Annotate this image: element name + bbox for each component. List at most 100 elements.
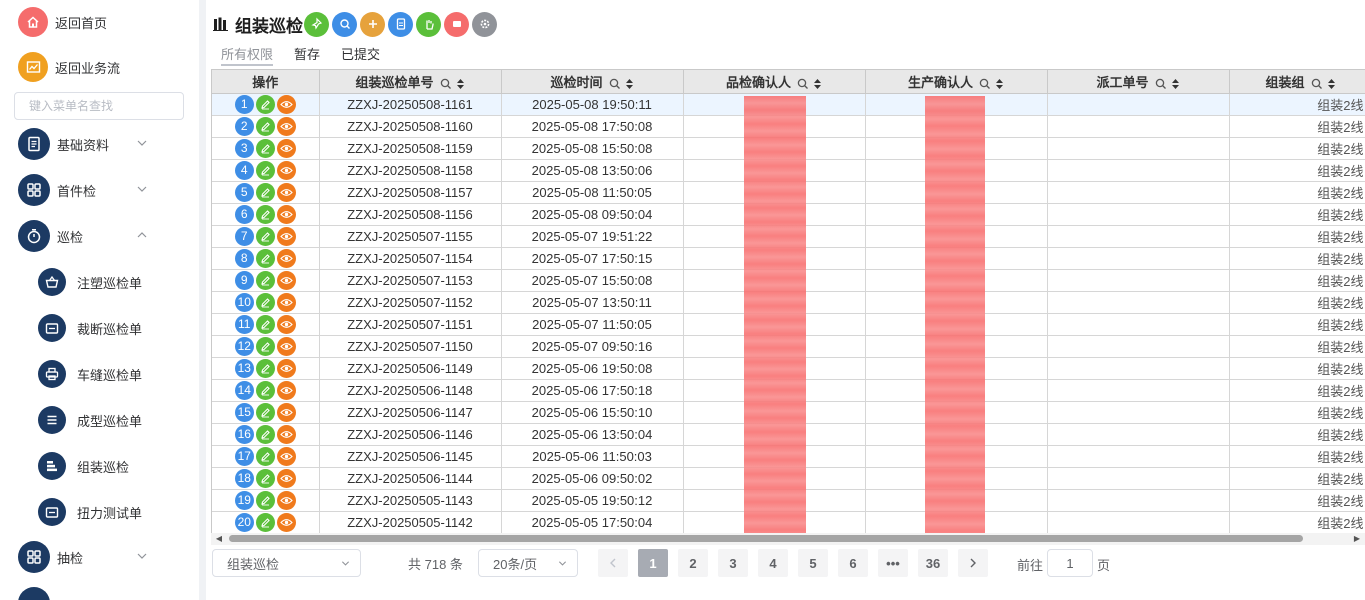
menu-search-input[interactable] <box>14 92 184 120</box>
view-button[interactable] <box>276 270 296 290</box>
view-button[interactable] <box>276 402 296 422</box>
edit-button[interactable] <box>255 512 275 532</box>
menu-patrol-inspection[interactable]: 巡检 <box>18 219 188 253</box>
table-row[interactable]: 14 ZZXJ-20250506-1148 2025-05-06 17:50:18 组… <box>212 379 1365 402</box>
page-button-4[interactable]: 4 <box>758 549 788 577</box>
page-button-3[interactable]: 3 <box>718 549 748 577</box>
table-row[interactable]: 11 ZZXJ-20250507-1151 2025-05-07 11:50:05 组… <box>212 313 1365 336</box>
search-icon[interactable] <box>440 78 452 90</box>
edit-button[interactable] <box>255 138 275 158</box>
edit-button[interactable] <box>255 468 275 488</box>
edit-button[interactable] <box>255 446 275 466</box>
search-button[interactable] <box>332 11 357 37</box>
tab-draft[interactable]: 暂存 <box>294 44 320 66</box>
table-row[interactable]: 3 ZZXJ-20250508-1159 2025-05-08 15:50:08 组装… <box>212 137 1365 160</box>
submenu-cutting-patrol[interactable]: 裁断巡检单 <box>38 312 188 344</box>
sort-icon[interactable] <box>1171 78 1180 90</box>
page-button-2[interactable]: 2 <box>678 549 708 577</box>
hand-button[interactable] <box>416 11 441 37</box>
view-button[interactable] <box>276 490 296 510</box>
sort-icon[interactable] <box>813 78 822 90</box>
edit-button[interactable] <box>255 160 275 180</box>
search-icon[interactable] <box>979 78 991 90</box>
submenu-sewing-patrol[interactable]: 车缝巡检单 <box>38 358 188 390</box>
submenu-injection-patrol[interactable]: 注塑巡检单 <box>38 266 188 298</box>
scrollbar-thumb[interactable] <box>229 535 1303 542</box>
page-button-36[interactable]: 36 <box>918 549 948 577</box>
sort-icon[interactable] <box>625 78 634 90</box>
view-button[interactable] <box>276 248 296 268</box>
view-button[interactable] <box>276 336 296 356</box>
menu-next-partial[interactable] <box>18 586 188 600</box>
workflow-link[interactable]: 返回业务流 <box>18 51 120 83</box>
table-row[interactable]: 13 ZZXJ-20250506-1149 2025-05-06 19:50:08 组… <box>212 357 1365 380</box>
page-button-5[interactable]: 5 <box>798 549 828 577</box>
table-row[interactable]: 12 ZZXJ-20250507-1150 2025-05-07 09:50:16 组… <box>212 335 1365 358</box>
table-row[interactable]: 7 ZZXJ-20250507-1155 2025-05-07 19:51:22 组装… <box>212 225 1365 248</box>
edit-button[interactable] <box>255 116 275 136</box>
view-button[interactable] <box>276 380 296 400</box>
edit-button[interactable] <box>255 94 275 114</box>
submenu-assembly-patrol[interactable]: 组装巡检 <box>38 450 188 482</box>
table-row[interactable]: 9 ZZXJ-20250507-1153 2025-05-07 15:50:08 组装… <box>212 269 1365 292</box>
col-inspect-time[interactable]: 巡检时间 <box>501 70 684 94</box>
view-button[interactable] <box>276 424 296 444</box>
close-button[interactable] <box>444 11 469 37</box>
search-icon[interactable] <box>797 78 809 90</box>
edit-button[interactable] <box>255 292 275 312</box>
view-button[interactable] <box>276 314 296 334</box>
table-row[interactable]: 17 ZZXJ-20250506-1145 2025-05-06 11:50:03 组… <box>212 445 1365 468</box>
edit-button[interactable] <box>255 424 275 444</box>
edit-button[interactable] <box>255 204 275 224</box>
view-button[interactable] <box>276 358 296 378</box>
view-button[interactable] <box>276 512 296 532</box>
col-dispatch-no[interactable]: 派工单号 <box>1047 70 1230 94</box>
gear-button[interactable] <box>472 11 497 37</box>
edit-button[interactable] <box>255 490 275 510</box>
col-order-no[interactable]: 组装巡检单号 <box>319 70 502 94</box>
edit-button[interactable] <box>255 270 275 290</box>
edit-button[interactable] <box>255 380 275 400</box>
scroll-right-arrow[interactable]: ▶ <box>1352 534 1362 544</box>
search-icon[interactable] <box>609 78 621 90</box>
edit-button[interactable] <box>255 248 275 268</box>
plus-button[interactable] <box>360 11 385 37</box>
search-icon[interactable] <box>1155 78 1167 90</box>
edit-button[interactable] <box>255 226 275 246</box>
view-button[interactable] <box>276 138 296 158</box>
view-button[interactable] <box>276 204 296 224</box>
prev-page-button[interactable] <box>598 549 628 577</box>
home-link[interactable]: 返回首页 <box>18 6 107 38</box>
pin-button[interactable] <box>304 11 329 37</box>
edit-button[interactable] <box>255 336 275 356</box>
col-prod-confirmer[interactable]: 生产确认人 <box>865 70 1048 94</box>
menu-basic-data[interactable]: 基础资料 <box>18 127 188 161</box>
submenu-forming-patrol[interactable]: 成型巡检单 <box>38 404 188 436</box>
page-size-select[interactable]: 20条/页 <box>478 549 578 577</box>
edit-button[interactable] <box>255 402 275 422</box>
scroll-left-arrow[interactable]: ◀ <box>214 534 224 544</box>
view-button[interactable] <box>276 446 296 466</box>
table-row[interactable]: 16 ZZXJ-20250506-1146 2025-05-06 13:50:04 组… <box>212 423 1365 446</box>
tab-all-permissions[interactable]: 所有权限 <box>221 44 274 66</box>
table-row[interactable]: 18 ZZXJ-20250506-1144 2025-05-06 09:50:02 组… <box>212 467 1365 490</box>
sort-icon[interactable] <box>1327 78 1336 90</box>
table-row[interactable]: 19 ZZXJ-20250505-1143 2025-05-05 19:50:12 组… <box>212 489 1365 512</box>
view-button[interactable] <box>276 292 296 312</box>
table-row[interactable]: 20 ZZXJ-20250505-1142 2025-05-05 17:50:04 组… <box>212 511 1365 534</box>
col-qc-confirmer[interactable]: 品检确认人 <box>683 70 866 94</box>
table-row[interactable]: 2 ZZXJ-20250508-1160 2025-05-08 17:50:08 组装… <box>212 115 1365 138</box>
table-row[interactable]: 6 ZZXJ-20250508-1156 2025-05-08 09:50:04 组装… <box>212 203 1365 226</box>
goto-page-input[interactable] <box>1047 549 1093 577</box>
page-button-1[interactable]: 1 <box>638 549 668 577</box>
view-button[interactable] <box>276 160 296 180</box>
horizontal-scrollbar[interactable]: ◀ ▶ <box>211 533 1365 545</box>
view-button[interactable] <box>276 116 296 136</box>
page-button-6[interactable]: 6 <box>838 549 868 577</box>
document-button[interactable] <box>388 11 413 37</box>
more-pages-button[interactable]: ••• <box>878 549 908 577</box>
next-page-button[interactable] <box>958 549 988 577</box>
table-row[interactable]: 15 ZZXJ-20250506-1147 2025-05-06 15:50:10 组… <box>212 401 1365 424</box>
table-row[interactable]: 1 ZZXJ-20250508-1161 2025-05-08 19:50:11 组装… <box>212 93 1365 116</box>
menu-first-inspection[interactable]: 首件检 <box>18 173 188 207</box>
